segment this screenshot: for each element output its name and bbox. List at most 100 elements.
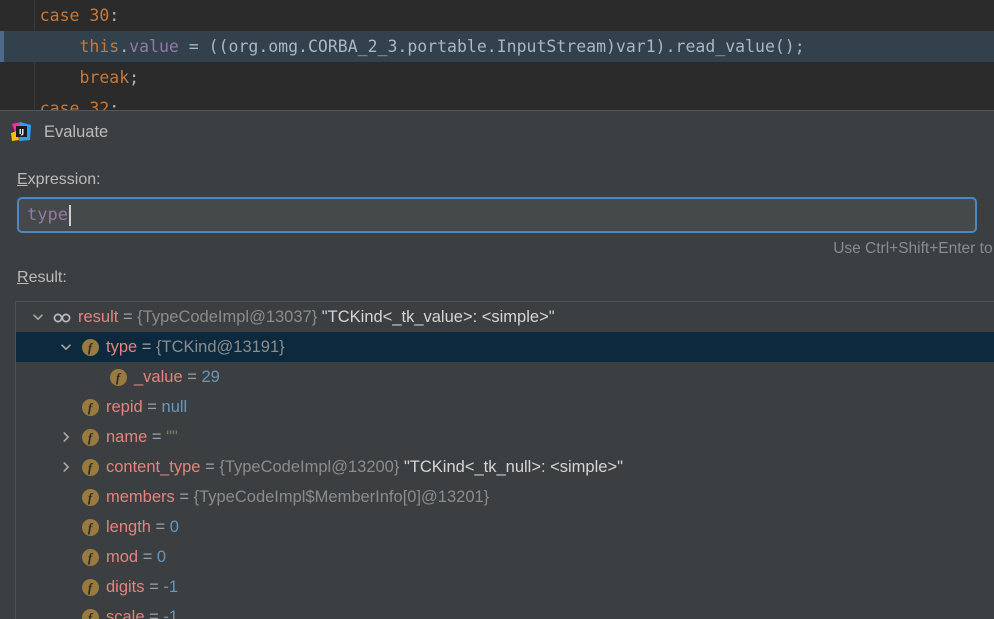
tree-node-type: {TCKind@13191} <box>156 338 285 356</box>
field-icon: f <box>108 362 128 392</box>
tree-row-text: name = "" <box>106 422 178 452</box>
tree-node-name: _value <box>134 368 183 386</box>
tree-row[interactable]: f repid = null <box>16 392 994 422</box>
field-icon: f <box>80 572 100 602</box>
field-icon: f <box>80 332 100 362</box>
field-glyph: f <box>109 368 127 386</box>
chevron-down-icon[interactable] <box>58 332 74 362</box>
tree-node-name: digits <box>106 578 145 596</box>
tree-row-text: result = {TypeCodeImpl@13037} "TCKind<_t… <box>78 302 555 332</box>
chevron-right-icon[interactable] <box>58 452 74 482</box>
dialog-title-bar: IJ Evaluate <box>0 111 994 153</box>
tree-node-equals: = <box>144 608 164 619</box>
field-icon: f <box>80 512 100 542</box>
result-label: Result: <box>0 269 994 287</box>
code-line: case 30: <box>0 0 994 31</box>
field-glyph: f <box>81 428 99 446</box>
tree-node-equals: = <box>200 458 220 476</box>
code-token: case <box>39 6 90 25</box>
expression-label: Expression: <box>0 171 994 189</box>
tree-node-name: repid <box>106 398 143 416</box>
code-token: 30 <box>89 6 110 25</box>
expression-input[interactable]: type <box>17 197 977 233</box>
tree-node-type: {TypeCodeImpl$MemberInfo[0]@13201} <box>193 488 490 506</box>
tree-row[interactable]: f digits = -1 <box>16 572 994 602</box>
tree-row[interactable]: result = {TypeCodeImpl@13037} "TCKind<_t… <box>16 302 994 332</box>
code-editor[interactable]: case 30: this.value = ((org.omg.CORBA_2_… <box>0 0 994 110</box>
code-token: this <box>79 37 120 56</box>
tree-node-equals: = <box>137 338 156 356</box>
tree-node-name: members <box>106 488 175 506</box>
tree-node-value: null <box>161 398 188 416</box>
field-glyph: f <box>81 578 99 596</box>
tree-node-name: mod <box>106 548 139 566</box>
expression-hint: Use Ctrl+Shift+Enter to add to Watches <box>833 240 994 257</box>
code-line: break; <box>0 62 994 93</box>
tree-node-value: -1 <box>163 578 179 596</box>
code-line: case 32: <box>0 93 994 110</box>
tree-row[interactable]: f content_type = {TypeCodeImpl@13200} "TC… <box>16 452 994 482</box>
tree-node-equals: = <box>138 548 157 566</box>
field-glyph: f <box>81 518 99 536</box>
tree-row-text: repid = null <box>106 392 187 422</box>
tree-node-equals: = <box>150 518 170 536</box>
tree-node-name: scale <box>106 608 145 619</box>
tree-row-text: content_type = {TypeCodeImpl@13200} "TCK… <box>106 452 623 482</box>
chevron-down-icon[interactable] <box>30 302 46 332</box>
tree-row-text: mod = 0 <box>106 542 166 572</box>
code-token: : <box>109 99 120 110</box>
tree-row[interactable]: f mod = 0 <box>16 542 994 572</box>
expression-input-value: type <box>27 205 68 225</box>
tree-node-value: 29 <box>201 368 220 386</box>
tree-row-text: _value = 29 <box>134 362 220 392</box>
tree-node-equals: = <box>144 578 164 596</box>
result-tree[interactable]: result = {TypeCodeImpl@13037} "TCKind<_t… <box>15 301 994 619</box>
tree-node-type: {TypeCodeImpl@13200} <box>219 458 400 476</box>
tree-node-equals: = <box>147 428 167 446</box>
tree-row-text: scale = -1 <box>106 602 178 619</box>
field-glyph: f <box>81 458 99 476</box>
expression-hint-row: Use Ctrl+Shift+Enter to add to Watches <box>0 240 994 262</box>
field-icon: f <box>80 482 100 512</box>
expression-label-text: xpression: <box>27 171 101 188</box>
tree-row[interactable]: f length = 0 <box>16 512 994 542</box>
code-token: break <box>79 68 130 87</box>
tree-node-equals: = <box>174 488 194 506</box>
text-caret <box>68 204 71 226</box>
watch-icon <box>52 302 72 332</box>
field-glyph: f <box>81 398 99 416</box>
tree-node-value: "TCKind<_tk_null>: <simple>" <box>399 458 623 476</box>
tree-node-value: "" <box>166 428 178 446</box>
svg-text:IJ: IJ <box>19 128 24 136</box>
chevron-right-icon[interactable] <box>58 422 74 452</box>
field-icon: f <box>80 602 100 619</box>
tree-node-equals: = <box>118 308 138 326</box>
code-line: this.value = ((org.omg.CORBA_2_3.portabl… <box>0 31 994 62</box>
tree-node-equals: = <box>142 398 162 416</box>
field-icon: f <box>80 542 100 572</box>
dialog-title: Evaluate <box>44 122 109 141</box>
field-glyph: f <box>81 488 99 506</box>
tree-node-value: 0 <box>169 518 179 536</box>
editor-lines: case 30: this.value = ((org.omg.CORBA_2_… <box>0 0 994 110</box>
tree-row[interactable]: f type = {TCKind@13191} <box>16 332 994 362</box>
tree-node-name: name <box>106 428 148 446</box>
screen: case 30: this.value = ((org.omg.CORBA_2_… <box>0 0 994 619</box>
result-label-mnemonic: R <box>17 269 29 286</box>
tree-row[interactable]: f _value = 29 <box>16 362 994 392</box>
field-glyph: f <box>81 548 99 566</box>
tree-row[interactable]: f scale = -1 <box>16 602 994 619</box>
expression-label-mnemonic: E <box>17 171 28 188</box>
result-label-text: esult: <box>28 269 67 286</box>
tree-node-value: 0 <box>156 548 167 566</box>
field-icon: f <box>80 422 100 452</box>
tree-node-value: "TCKind<_tk_value>: <simple>" <box>317 308 555 326</box>
tree-node-name: result <box>78 308 119 326</box>
tree-row[interactable]: f members = {TypeCodeImpl$MemberInfo[0]@1… <box>16 482 994 512</box>
field-glyph: f <box>81 608 99 619</box>
tree-row[interactable]: f name = "" <box>16 422 994 452</box>
tree-node-name: type <box>106 338 138 356</box>
